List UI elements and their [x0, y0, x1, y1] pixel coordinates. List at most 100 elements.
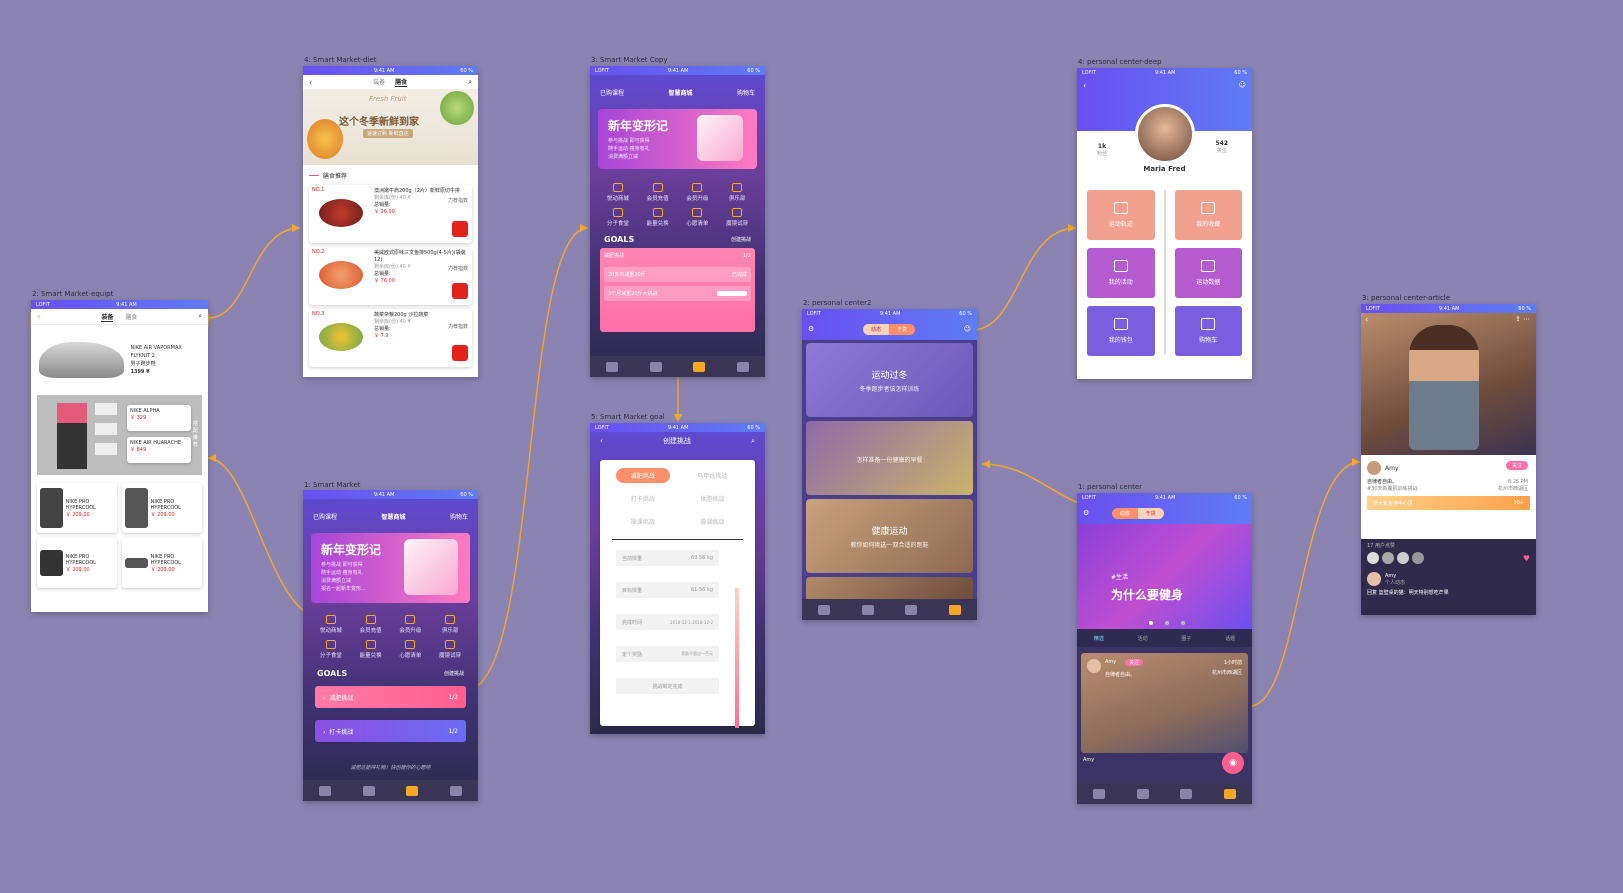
search-icon[interactable]: ⌕ [468, 78, 472, 87]
fruit-banner[interactable]: Fresh Fruit 这个冬季新鲜到家 速速订购 新鲜直达 [303, 89, 478, 165]
menu-item[interactable]: 会员升级 [678, 183, 718, 202]
tile-activities[interactable]: 我的活动 [1087, 248, 1155, 298]
back-icon[interactable]: ‹ [1365, 315, 1368, 324]
avatar[interactable] [1412, 552, 1424, 564]
hero-banner[interactable]: #生活 为什么要健身 [1077, 524, 1252, 629]
menu-item[interactable]: 俱乐部 [430, 615, 470, 634]
menu-item[interactable]: 能量兑换 [351, 640, 391, 659]
diet-item[interactable]: NO.2 美威欧式原味三文鱼排500g(4-5片)(袋装12) 剩余库(份) 40… [309, 247, 472, 305]
article-photo[interactable]: ‹ ⇪ ⋯ [1361, 313, 1536, 455]
tab-equip[interactable]: 装备 [101, 312, 114, 322]
product-card[interactable]: NIKE PRO HYPERCOOL ￥ 209.00 [122, 483, 202, 533]
menu-item[interactable]: 心愿清单 [391, 640, 431, 659]
tab-home-icon[interactable] [318, 785, 331, 796]
article-card[interactable]: 怎样准备一份健康的早餐 [806, 421, 973, 495]
purchased-courses-link[interactable]: 已购课程 [600, 88, 624, 97]
tile-favorites[interactable]: 我的收藏 [1174, 190, 1242, 240]
purchased-courses-link[interactable]: 已购课程 [313, 512, 337, 521]
type-option[interactable]: 体脂挑战 [686, 491, 740, 506]
article-card[interactable]: 运动过冬 冬季跑步者该怎样训练 [806, 343, 973, 417]
tile-track[interactable]: 运动轨迹 [1087, 190, 1155, 240]
tab-topics[interactable]: 话题 [1225, 635, 1235, 642]
toggle-articles[interactable]: 干货 [888, 323, 915, 335]
type-option[interactable]: 打卡挑战 [616, 491, 670, 506]
product-card[interactable]: NIKE PRO HYPERCOOL ￥ 209.00 [122, 538, 202, 588]
mini-product[interactable]: NIKE AIR HUARACHE ￥ 849 [127, 437, 191, 463]
avatar[interactable] [1397, 552, 1409, 564]
menu-item[interactable]: 悦动商城 [598, 183, 638, 202]
toggle-feed[interactable]: 动态 [862, 323, 889, 335]
product-card[interactable]: NIKE PRO HYPERCOOL ￥ 209.00 [37, 483, 117, 533]
tab-me-icon[interactable] [949, 604, 962, 615]
create-challenge-link[interactable]: 创建挑战 [731, 236, 751, 243]
create-challenge-link[interactable]: 创建挑战 [444, 670, 464, 677]
type-option-selected[interactable]: 减肥挑战 [616, 468, 670, 483]
back-icon[interactable]: ‹ [309, 78, 312, 87]
tab-home-icon[interactable] [605, 361, 618, 372]
camera-button[interactable]: ◉ [1222, 752, 1244, 774]
promo-banner[interactable]: 新年变形记 参与挑战 即可获得 随手运动 瘦身有礼 消费满额立减 报名一起新年变形..… [311, 533, 470, 603]
followers-stat[interactable]: 1k 粉丝 [1097, 143, 1107, 157]
tab-diet[interactable]: 膳食 [125, 312, 137, 322]
product-card[interactable]: NIKE PRO HYPERCOOL ￥ 209.00 [37, 538, 117, 588]
article-card[interactable]: 健康运动 教你如何挑选一双合适的跑鞋 [806, 499, 973, 573]
type-option[interactable]: 操课挑战 [616, 514, 670, 529]
tab-train-icon[interactable] [1136, 788, 1149, 799]
finish-time-field[interactable]: 完成时间 2018-12-1-2018-12-2 [616, 614, 719, 630]
back-icon[interactable]: ‹ [37, 312, 41, 322]
tile-data[interactable]: 运动数据 [1174, 248, 1242, 298]
challenge-expanded[interactable]: 减肥挑战 1/2 20天内减重20斤 已完成 3个月减重20斤大挑战 [600, 248, 755, 332]
menu-item[interactable]: 会员充值 [351, 615, 391, 634]
tab-home-icon[interactable] [1092, 788, 1105, 799]
tab-home-icon[interactable] [817, 604, 830, 615]
current-weight-field[interactable]: 当前体重 69.56 kg [616, 550, 719, 566]
mini-product[interactable]: NIKE ALPHA ￥ 329 [127, 405, 191, 431]
menu-item-mall[interactable]: 悦动商城 [311, 615, 351, 634]
tab-run-icon[interactable] [406, 785, 419, 796]
tab-me-icon[interactable] [737, 361, 750, 372]
settings-icon[interactable]: ⚙ [1083, 509, 1089, 517]
toggle-feed[interactable]: 动态 [1111, 507, 1138, 519]
hero-product[interactable]: NIKE AIR VAPORMAX FLYKNIT 2 男子跑步鞋 1399 ¥ [31, 325, 208, 395]
menu-item[interactable]: 心愿清单 [678, 208, 718, 227]
tab-train-icon[interactable] [362, 785, 375, 796]
follow-button[interactable]: 关注 [1125, 659, 1144, 666]
back-icon[interactable]: ‹ [600, 437, 603, 445]
menu-item[interactable]: 魔镜试穿 [430, 640, 470, 659]
target-weight-field[interactable]: 目标体重 61.56 kg [616, 582, 719, 598]
tab-diet[interactable]: 膳食 [395, 77, 408, 87]
add-cart-button[interactable] [452, 283, 468, 299]
avatar[interactable] [1367, 572, 1381, 586]
promo-banner[interactable]: 新年变形记 参与挑战 即可获得 随手运动 瘦身有礼 消费满额立减 [598, 109, 757, 169]
tab-circles[interactable]: 圈子 [1181, 635, 1191, 642]
diet-item[interactable]: NO.1 澳洲嫩牛肩200g（2片）新鲜原切牛排 剩余库(份) 40 ¥ 总销量: ￥… [309, 185, 472, 243]
heart-icon[interactable]: ♥ [1523, 554, 1530, 563]
submit-button[interactable]: 挑战制定完成 [616, 678, 719, 694]
avatar[interactable] [1367, 552, 1379, 564]
tab-run-icon[interactable] [693, 361, 706, 372]
avatar[interactable] [1087, 659, 1101, 673]
menu-item[interactable]: 分子食堂 [598, 208, 638, 227]
tab-featured[interactable]: 精选 [1094, 635, 1104, 642]
reward-field[interactable]: 定个奖励 奖励不超过一百元 [616, 646, 719, 662]
add-cart-button[interactable] [452, 221, 468, 237]
cart-link[interactable]: 购物车 [450, 512, 468, 521]
menu-item[interactable]: 俱乐部 [717, 183, 757, 202]
user-icon[interactable]: ☺ [964, 325, 971, 333]
search-icon[interactable]: ⌕ [751, 437, 755, 446]
tab-run-icon[interactable] [1180, 788, 1193, 799]
search-icon[interactable]: ⌕ [198, 312, 202, 321]
tab-train-icon[interactable] [649, 361, 662, 372]
tab-equip[interactable]: 装备 [373, 77, 385, 87]
user-icon[interactable]: ☺ [1239, 81, 1246, 89]
feed-post[interactable]: Amy 关注 自律者自由。 1小时前 杭州市西湖区 [1081, 653, 1248, 753]
completed-badge[interactable]: 已完成 [732, 271, 747, 278]
following-stat[interactable]: 542 关注 [1215, 140, 1228, 154]
challenge-row[interactable]: › 减肥挑战 1/2 [315, 686, 466, 708]
share-icon[interactable]: ⇪ ⋯ [1515, 315, 1530, 323]
add-cart-button[interactable] [452, 345, 468, 361]
location-bar[interactable]: 浙大紫金港中心区 30+ [1367, 496, 1530, 510]
diet-item[interactable]: NO.3 蔬菜杂粮200g 沙拉蔬菜 剩余库(份) 40 ¥ 总销量: ￥ 7.9 力… [309, 309, 472, 367]
menu-item[interactable]: 能量兑换 [638, 208, 678, 227]
menu-item[interactable]: 分子食堂 [311, 640, 351, 659]
